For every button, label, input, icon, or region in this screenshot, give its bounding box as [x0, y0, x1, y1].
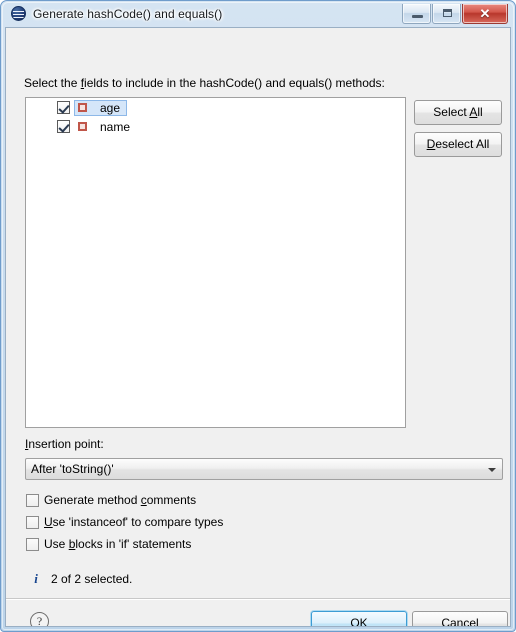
prompt-text-before: Select the — [24, 76, 81, 90]
maximize-button[interactable] — [432, 3, 461, 24]
option-label-before: Use — [44, 537, 69, 551]
field-name-label: age — [100, 100, 121, 115]
list-item-content: name — [74, 119, 137, 135]
list-item-content: age — [74, 99, 128, 116]
chevron-down-icon — [484, 459, 502, 479]
minimize-button[interactable] — [402, 3, 431, 24]
deselect-all-label-after: eselect All — [435, 137, 490, 151]
dialog-window: Generate hashCode() and equals() ✕ Selec… — [0, 0, 516, 632]
select-all-button[interactable]: Select All — [414, 100, 502, 125]
dialog-client-area: Select the fields to include in the hash… — [5, 27, 511, 627]
list-item[interactable]: age — [26, 98, 405, 117]
eclipse-globe-icon — [11, 6, 27, 22]
option-label-before: Generate method — [44, 493, 141, 507]
checkbox-box — [26, 515, 39, 529]
prompt-text-after: ields to include in the hashCode() and e… — [84, 76, 385, 90]
deselect-all-mnemonic: D — [426, 137, 436, 151]
option-label-after: se 'instanceof' to compare types — [52, 515, 224, 529]
insertion-point-dropdown[interactable]: After 'toString()' — [25, 458, 503, 480]
insertion-point-value: After 'toString()' — [31, 462, 114, 476]
info-icon: i — [34, 571, 38, 586]
select-all-label-before: Select — [433, 105, 470, 119]
fields-list[interactable]: age name — [25, 97, 406, 428]
insertion-point-label-text: nsertion point: — [28, 437, 104, 451]
option-label: Generate method comments — [44, 493, 196, 507]
window-controls: ✕ — [402, 3, 509, 24]
window-title: Generate hashCode() and equals() — [33, 7, 223, 21]
option-label: Use blocks in 'if' statements — [44, 537, 191, 551]
close-icon: ✕ — [479, 5, 491, 21]
checkbox-box — [26, 493, 39, 507]
select-all-label-after: ll — [477, 105, 483, 119]
ok-button[interactable]: OK — [311, 611, 407, 626]
field-type-icon — [78, 122, 87, 131]
status-text: 2 of 2 selected. — [51, 572, 133, 586]
field-type-icon — [78, 103, 87, 112]
option-label: Use 'instanceof' to compare types — [44, 515, 223, 529]
field-checkbox[interactable] — [57, 120, 70, 133]
option-label-after: locks in 'if' statements — [75, 537, 192, 551]
insertion-point-label: Insertion point: — [25, 437, 104, 451]
list-item[interactable]: name — [26, 117, 405, 136]
field-checkbox[interactable] — [57, 101, 70, 114]
generate-method-comments-checkbox[interactable]: Generate method comments — [26, 493, 196, 507]
use-blocks-in-if-checkbox[interactable]: Use blocks in 'if' statements — [26, 537, 191, 551]
option-mnemonic: U — [44, 515, 53, 529]
cancel-button[interactable]: Cancel — [412, 611, 508, 626]
checkbox-box — [26, 537, 39, 551]
use-instanceof-checkbox[interactable]: Use 'instanceof' to compare types — [26, 515, 223, 529]
field-name-label: name — [100, 119, 131, 134]
help-icon[interactable]: ? — [30, 612, 49, 626]
status-message: i 2 of 2 selected. — [30, 571, 132, 587]
deselect-all-button[interactable]: Deselect All — [414, 132, 502, 157]
option-label-after: omments — [146, 493, 197, 507]
fields-prompt-label: Select the fields to include in the hash… — [24, 76, 385, 90]
title-bar[interactable]: Generate hashCode() and equals() ✕ — [5, 1, 511, 27]
close-button[interactable]: ✕ — [462, 3, 508, 24]
footer-separator — [6, 598, 510, 599]
